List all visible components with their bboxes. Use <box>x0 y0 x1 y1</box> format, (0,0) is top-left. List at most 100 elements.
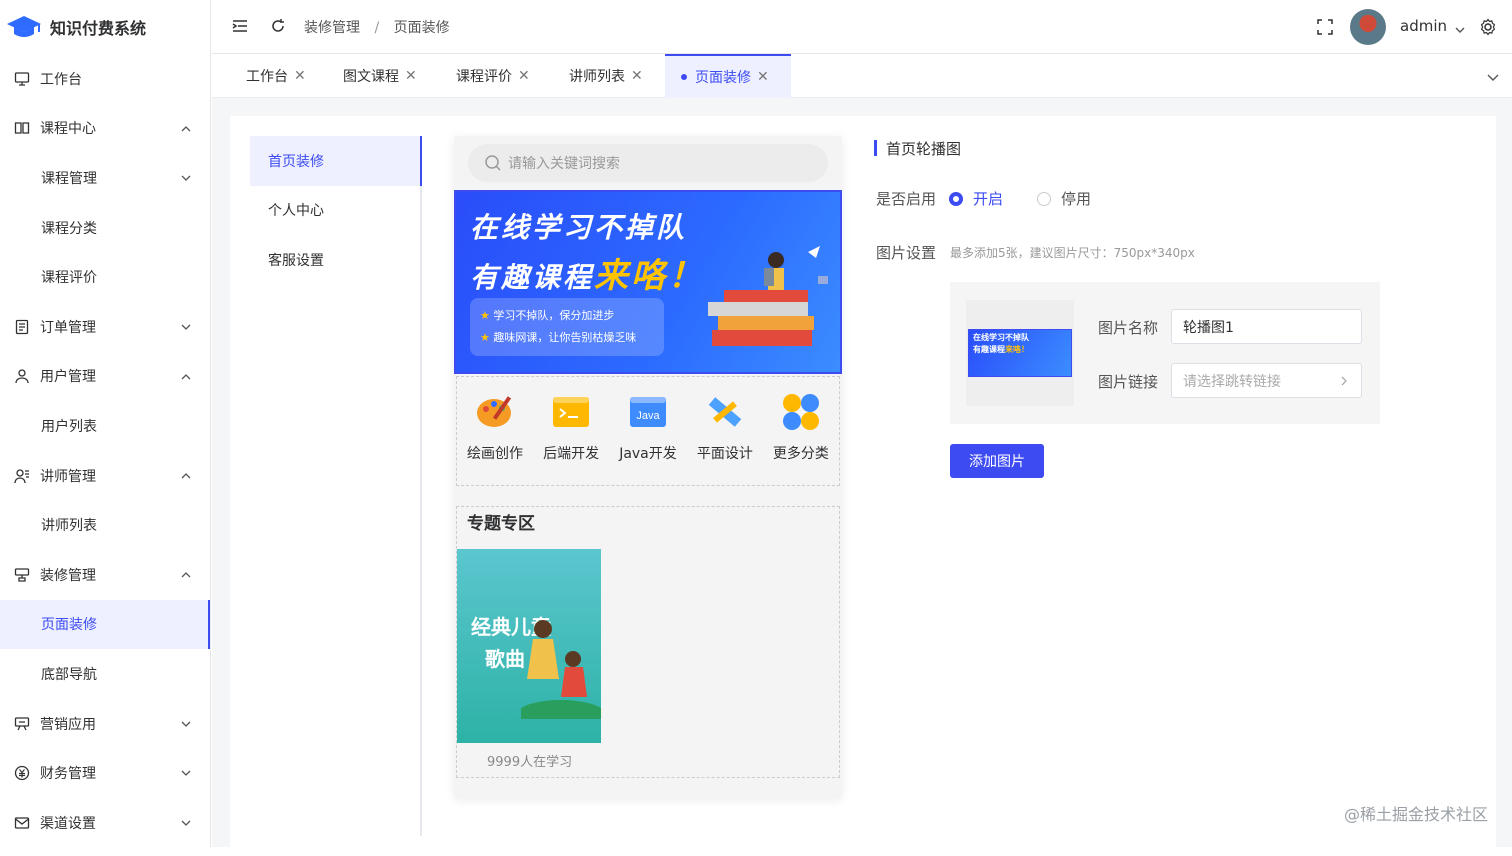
subnav-item-service[interactable]: 客服设置 <box>250 235 420 285</box>
close-icon[interactable]: ✕ <box>631 68 643 84</box>
sidebar-item[interactable]: 课程评价 <box>0 252 210 302</box>
sidebar-item[interactable]: 渠道设置 <box>0 798 210 848</box>
category-label: 平面设计 <box>697 443 753 463</box>
close-icon[interactable]: ✕ <box>294 68 306 84</box>
sidebar-item-label: 财务管理 <box>40 763 96 783</box>
settings-gear-icon[interactable] <box>1479 18 1497 36</box>
close-icon[interactable]: ✕ <box>518 68 530 84</box>
tab-label: 图文课程 <box>343 66 399 86</box>
close-icon[interactable]: ✕ <box>757 69 769 85</box>
tab-label: 课程评价 <box>456 66 512 86</box>
radio-unchecked-icon <box>1037 192 1051 206</box>
chevron-up-icon <box>180 123 192 135</box>
close-icon[interactable]: ✕ <box>405 68 417 84</box>
tab-label: 工作台 <box>246 66 288 86</box>
sidebar-item[interactable]: 用户列表 <box>0 401 210 451</box>
add-image-button[interactable]: 添加图片 <box>950 444 1044 478</box>
subnav-item-home[interactable]: 首页装修 <box>250 136 422 186</box>
radio-checked-icon <box>949 192 963 206</box>
sidebar-item-label: 讲师列表 <box>41 515 97 535</box>
image-name-input[interactable]: 轮播图1 <box>1171 309 1362 344</box>
tab-lecturer-list[interactable]: 讲师列表✕ <box>557 54 661 98</box>
radio-label: 开启 <box>973 188 1003 209</box>
pencil-ruler-icon <box>704 391 746 433</box>
thumb-line1: 在线学习不掉队 <box>973 332 1029 343</box>
banner-bullet-text: 学习不掉队，保分加进步 <box>493 309 614 322</box>
sidebar-item-label: 课程中心 <box>40 118 96 138</box>
enable-label: 是否启用 <box>876 188 936 209</box>
section-title: 首页轮播图 <box>886 138 961 159</box>
sidebar-item[interactable]: 讲师管理 <box>0 451 210 501</box>
avatar[interactable] <box>1350 9 1386 45</box>
sidebar-item-label: 课程管理 <box>41 168 97 188</box>
section-title-bar <box>874 140 877 156</box>
chevron-up-icon <box>180 371 192 383</box>
app-title: 知识付费系统 <box>50 15 146 39</box>
sidebar-item-label: 渠道设置 <box>40 813 96 833</box>
sidebar-item[interactable]: 课程中心 <box>0 104 210 154</box>
sidebar-item[interactable]: 底部导航 <box>0 649 210 699</box>
category-item[interactable]: Java Java开发 <box>619 391 677 485</box>
tab-page-decoration[interactable]: 页面装修✕ <box>665 54 791 98</box>
tab-course-review[interactable]: 课程评价 ✕ <box>444 54 548 98</box>
banner-title-highlight: 来咯！ <box>594 256 705 296</box>
breadcrumb-item[interactable]: 装修管理 <box>304 20 360 36</box>
search-placeholder: 请输入关键词搜索 <box>508 153 620 173</box>
chevron-down-icon <box>180 817 192 829</box>
banner-title-white: 有趣课程 <box>470 261 594 294</box>
sidebar: 知识付费系统 工作台课程中心课程管理课程分类课程评价订单管理用户管理用户列表讲师… <box>0 0 211 847</box>
sidebar-item-label: 课程评价 <box>41 267 97 287</box>
sidebar-item-label: 课程分类 <box>41 218 97 238</box>
category-item[interactable]: 平面设计 <box>697 391 753 485</box>
preview-search-bar[interactable]: 请输入关键词搜索 <box>468 144 828 182</box>
star-icon: ★ <box>480 309 490 322</box>
sidebar-item[interactable]: 工作台 <box>0 54 210 104</box>
refresh-icon[interactable] <box>270 18 286 34</box>
category-item[interactable]: 后端开发 <box>543 391 599 485</box>
sidebar-item[interactable]: 营销应用 <box>0 699 210 749</box>
enable-on-radio[interactable]: 开启 <box>949 188 1003 209</box>
banner-bullet-text: 趣味网课，让你告别枯燥乏味 <box>493 331 636 344</box>
category-item[interactable]: 绘画创作 <box>467 391 523 485</box>
banner-image[interactable]: 在线学习不掉队 有趣课程来咯！ ★ 学习不掉队，保分加进步 ★ 趣味网课，让你告… <box>454 190 842 374</box>
chevron-down-icon[interactable] <box>1454 21 1466 33</box>
topic-card[interactable]: 经典儿童 歌曲 <box>457 549 601 743</box>
subnav-item-profile[interactable]: 个人中心 <box>250 186 420 236</box>
tab-article-course[interactable]: 图文课程 ✕ <box>332 54 436 98</box>
sidebar-item-label: 营销应用 <box>40 714 96 734</box>
sidebar-menu: 工作台课程中心课程管理课程分类课程评价订单管理用户管理用户列表讲师管理讲师列表装… <box>0 54 210 848</box>
banner-title-line1: 在线学习不掉队 <box>470 206 687 246</box>
app-logo[interactable]: 知识付费系统 <box>0 0 210 54</box>
thumbnail-image: 在线学习不掉队 有趣课程来咯！ <box>968 329 1072 377</box>
tabs-bar: 工作台 ✕ 图文课程 ✕ 课程评价 ✕ 讲师列表✕ 页面装修✕ <box>212 54 1512 98</box>
sidebar-item[interactable]: 装修管理 <box>0 550 210 600</box>
sidebar-item[interactable]: 页面装修 <box>0 600 210 650</box>
enable-off-radio[interactable]: 停用 <box>1037 188 1091 209</box>
decoration-subnav: 首页装修 个人中心 客服设置 <box>250 136 422 836</box>
thumbnail-box[interactable]: 在线学习不掉队 有趣课程来咯！ <box>966 300 1074 406</box>
sidebar-item[interactable]: 课程分类 <box>0 203 210 253</box>
sidebar-item-label: 用户管理 <box>40 366 96 386</box>
chevron-down-icon <box>180 172 192 184</box>
children-illustration-icon <box>521 609 601 719</box>
sidebar-item-label: 底部导航 <box>41 664 97 684</box>
java-window-icon: Java <box>627 391 669 433</box>
tab-workbench[interactable]: 工作台 ✕ <box>234 54 324 98</box>
chevron-down-icon[interactable] <box>1486 70 1500 84</box>
fullscreen-icon[interactable] <box>1317 19 1333 35</box>
category-label: 绘画创作 <box>467 443 523 463</box>
thumb-line2-highlight: 来咯！ <box>1005 345 1029 354</box>
category-item[interactable]: 更多分类 <box>773 391 829 485</box>
sidebar-item[interactable]: 财务管理 <box>0 748 210 798</box>
sidebar-item[interactable]: 订单管理 <box>0 302 210 352</box>
sidebar-item[interactable]: 用户管理 <box>0 352 210 402</box>
sidebar-item[interactable]: 课程管理 <box>0 153 210 203</box>
chevron-down-icon <box>180 767 192 779</box>
user-name[interactable]: admin <box>1400 17 1447 35</box>
breadcrumb-item: 页面装修 <box>394 20 450 36</box>
sidebar-item-label: 页面装修 <box>41 614 97 634</box>
topic-card-text2: 歌曲 <box>485 643 525 672</box>
menu-fold-icon[interactable] <box>232 18 248 34</box>
image-link-select[interactable]: 请选择跳转链接 <box>1171 363 1362 398</box>
sidebar-item[interactable]: 讲师列表 <box>0 500 210 550</box>
